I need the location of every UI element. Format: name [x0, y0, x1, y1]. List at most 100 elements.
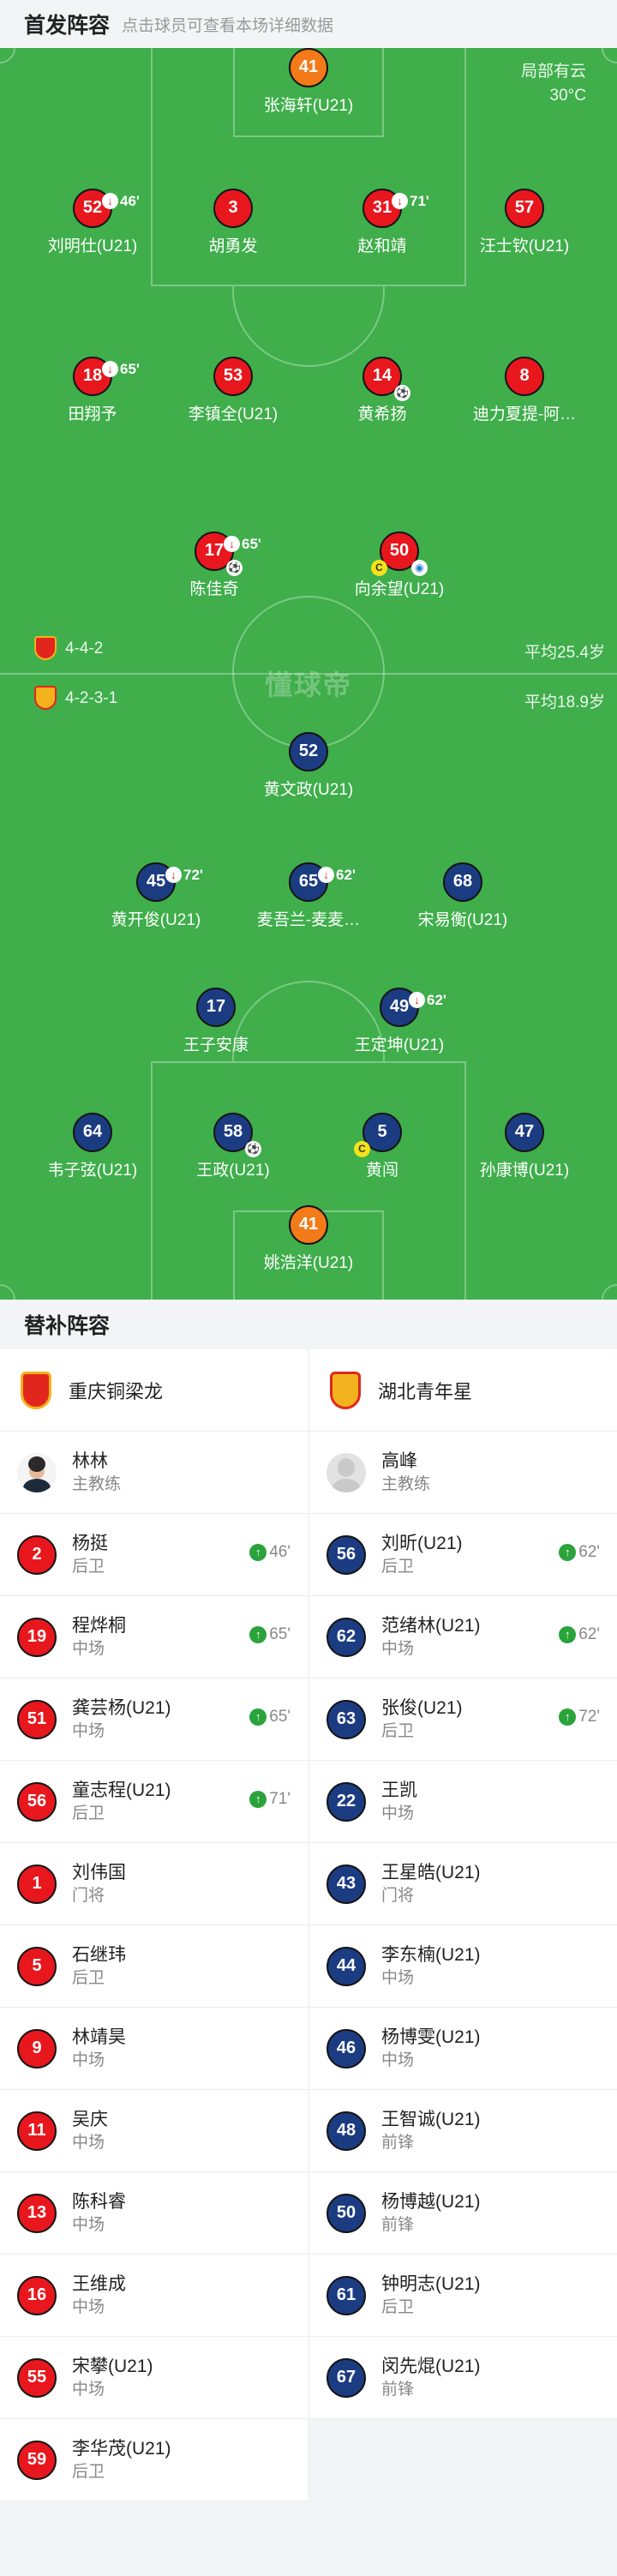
weather-condition: 局部有云 — [520, 63, 586, 81]
sub-in-indicator: ↑ 65' — [249, 1708, 291, 1726]
away-team-row[interactable]: 湖北青年星 — [309, 1349, 617, 1432]
player-name: 王定坤(U21) — [354, 1036, 445, 1054]
sub-off-arrow-icon: ↓ — [392, 193, 408, 209]
sub-off-indicator: ↓ 71' — [392, 183, 429, 219]
sub-off-minute: 65' — [242, 536, 261, 552]
bench-player-row[interactable]: 5 石继玮 后卫 — [0, 1925, 308, 2008]
own-goal-ball-icon: ⚽ — [245, 1141, 261, 1157]
player-name: 黄希扬 — [357, 405, 407, 423]
pitch-player[interactable]: 58 ⚽ 王政(U21) — [156, 1113, 310, 1180]
player-number: 14 ⚽ — [362, 357, 410, 401]
player-name: 张海轩(U21) — [263, 97, 354, 115]
player-number: 5 — [17, 1946, 57, 1986]
pitch-player[interactable]: 49 ↓ 62' 王定坤(U21) — [322, 988, 476, 1055]
bench-player-row[interactable]: 16 王维成 中场 — [0, 2255, 308, 2337]
player-name: 吴庆 — [72, 2109, 108, 2129]
bench-player-row[interactable]: 1 刘伟国 门将 — [0, 1843, 308, 1925]
bench-player-row[interactable]: 48 王智诚(U21) 前锋 — [309, 2090, 617, 2172]
pitch-player[interactable]: 8 迪力夏提-阿… — [447, 357, 602, 424]
bench-player-row[interactable]: 44 李东楠(U21) 中场 — [309, 1925, 617, 2008]
player-position: 后卫 — [72, 1557, 105, 1576]
bench-player-row[interactable]: 63 张俊(U21) 后卫 ↑ 72' — [309, 1678, 617, 1761]
sub-in-indicator: ↑ 62' — [559, 1625, 600, 1644]
pitch-player[interactable]: 31 ↓ 71' 赵和靖 — [305, 189, 459, 256]
player-name: 刘昕(U21) — [381, 1533, 463, 1553]
player-number: 11 — [17, 2111, 57, 2151]
pitch-player[interactable]: 50 C ◉ 向余望(U21) — [322, 531, 476, 599]
pitch-player[interactable]: 3 胡勇发 — [156, 189, 310, 256]
weather-info: 局部有云 30°C — [521, 60, 586, 108]
pitch-player[interactable]: 68 宋易衡(U21) — [386, 862, 540, 930]
player-position: 门将 — [381, 1886, 415, 1905]
player-number: 64 — [73, 1113, 112, 1152]
pitch-player[interactable]: 17 ↓ 65' ⚽ 陈佳奇 — [137, 531, 291, 599]
player-number: 9 — [17, 2028, 57, 2069]
sub-in-minute: 62' — [578, 1625, 600, 1643]
player-name: 李镇全(U21) — [188, 405, 279, 423]
player-name: 杨博雯(U21) — [381, 2027, 481, 2047]
pitch-player[interactable]: 14 ⚽ 黄希扬 — [305, 357, 459, 424]
player-name: 韦子弦(U21) — [47, 1162, 138, 1180]
player-number: 19 — [17, 1617, 57, 1657]
home-team-row[interactable]: 重庆铜梁龙 — [0, 1349, 308, 1432]
sub-off-minute: 62' — [427, 992, 446, 1008]
coach-row[interactable]: 林林 主教练 — [0, 1432, 308, 1514]
away-bench-column: 湖北青年星 高峰 主教练 56 刘昕(U21) 后卫 ↑ 62' 62 范绪林(U2… — [309, 1349, 617, 2419]
pitch-player[interactable]: 41 姚浩洋(U21) — [231, 1205, 386, 1273]
bench-player-row[interactable]: 43 王星皓(U21) 门将 — [309, 1843, 617, 1925]
player-position: 后卫 — [381, 2297, 415, 2316]
sub-off-arrow-icon: ↓ — [224, 536, 240, 552]
player-number: 41 — [289, 1205, 328, 1245]
pitch-player[interactable]: 41 张海轩(U21) — [231, 48, 386, 116]
player-name: 田翔予 — [68, 405, 117, 423]
bench-player-row[interactable]: 55 宋攀(U21) 中场 — [0, 2337, 308, 2419]
bench-player-row[interactable]: 50 杨博越(U21) 前锋 — [309, 2172, 617, 2255]
sub-in-arrow-icon: ↑ — [249, 1544, 267, 1561]
bench-player-row[interactable]: 19 程烨桐 中场 ↑ 65' — [0, 1596, 308, 1678]
pitch-player[interactable]: 45 ↓ 72' 黄开俊(U21) — [79, 862, 233, 930]
player-name: 向余望(U21) — [354, 580, 445, 598]
player-name: 姚浩洋(U21) — [263, 1254, 354, 1272]
pitch-player[interactable]: 53 李镇全(U21) — [156, 357, 310, 424]
bench-player-row[interactable]: 51 龚芸杨(U21) 中场 ↑ 65' — [0, 1678, 308, 1761]
bench-player-row[interactable]: 2 杨挺 后卫 ↑ 46' — [0, 1514, 308, 1596]
player-position: 后卫 — [72, 1804, 105, 1822]
bench-player-row[interactable]: 67 闵先焜(U21) 前锋 — [309, 2337, 617, 2419]
bench-player-row[interactable]: 46 杨博雯(U21) 中场 — [309, 2008, 617, 2090]
bench-player-row[interactable]: 9 林靖昊 中场 — [0, 2008, 308, 2090]
pitch: 懂球帝 局部有云 30°C 4-4-2 平均25.4岁 4-2-3-1 平均18… — [0, 48, 617, 1300]
player-name: 钟明志(U21) — [381, 2273, 481, 2294]
player-name: 闵先焜(U21) — [381, 2356, 481, 2376]
away-avg-age: 平均18.9岁 — [524, 694, 605, 712]
pitch-player[interactable]: 47 孙康博(U21) — [447, 1113, 602, 1180]
player-number: 2 — [17, 1534, 57, 1575]
bench-player-row[interactable]: 13 陈科睿 中场 — [0, 2172, 308, 2255]
pitch-player[interactable]: 64 韦子弦(U21) — [15, 1113, 170, 1180]
bench-player-row[interactable]: 56 童志程(U21) 后卫 ↑ 71' — [0, 1761, 308, 1843]
coach-row[interactable]: 高峰 主教练 — [309, 1432, 617, 1514]
player-number: 63 — [326, 1699, 366, 1739]
bench-player-row[interactable]: 22 王凯 中场 — [309, 1761, 617, 1843]
player-position: 后卫 — [381, 1721, 415, 1740]
sub-off-arrow-icon: ↓ — [165, 867, 182, 883]
player-name: 刘伟国 — [72, 1862, 126, 1882]
bench-player-row[interactable]: 62 范绪林(U21) 中场 ↑ 62' — [309, 1596, 617, 1678]
player-position: 中场 — [381, 2051, 415, 2069]
bench-player-row[interactable]: 61 钟明志(U21) 后卫 — [309, 2255, 617, 2337]
pitch-player[interactable]: 65 ↓ 62' 麦吾兰-麦麦… — [231, 862, 386, 930]
bench-player-row[interactable]: 56 刘昕(U21) 后卫 ↑ 62' — [309, 1514, 617, 1596]
player-position: 前锋 — [381, 2215, 415, 2234]
pitch-player[interactable]: 18 ↓ 65' 田翔予 — [15, 357, 170, 424]
pitch-player[interactable]: 57 汪士钦(U21) — [447, 189, 602, 256]
sub-off-arrow-icon: ↓ — [102, 193, 118, 209]
pitch-player[interactable]: 52 ↓ 46' 刘明仕(U21) — [15, 189, 170, 256]
bench-player-row[interactable]: 11 吴庆中场 — [0, 2090, 308, 2172]
player-position: 门将 — [72, 1886, 105, 1905]
player-position: 中场 — [72, 2133, 105, 2152]
pitch-player[interactable]: 5 C 黄闯 — [305, 1113, 459, 1180]
pitch-player[interactable]: 52 黄文政(U21) — [231, 732, 386, 800]
player-name: 宋易衡(U21) — [417, 911, 508, 929]
pitch-player[interactable]: 17 王子安康 — [139, 988, 293, 1055]
sub-off-minute: 62' — [336, 867, 356, 883]
bench-player-row[interactable]: 59 李华茂(U21) 后卫 — [0, 2419, 308, 2501]
